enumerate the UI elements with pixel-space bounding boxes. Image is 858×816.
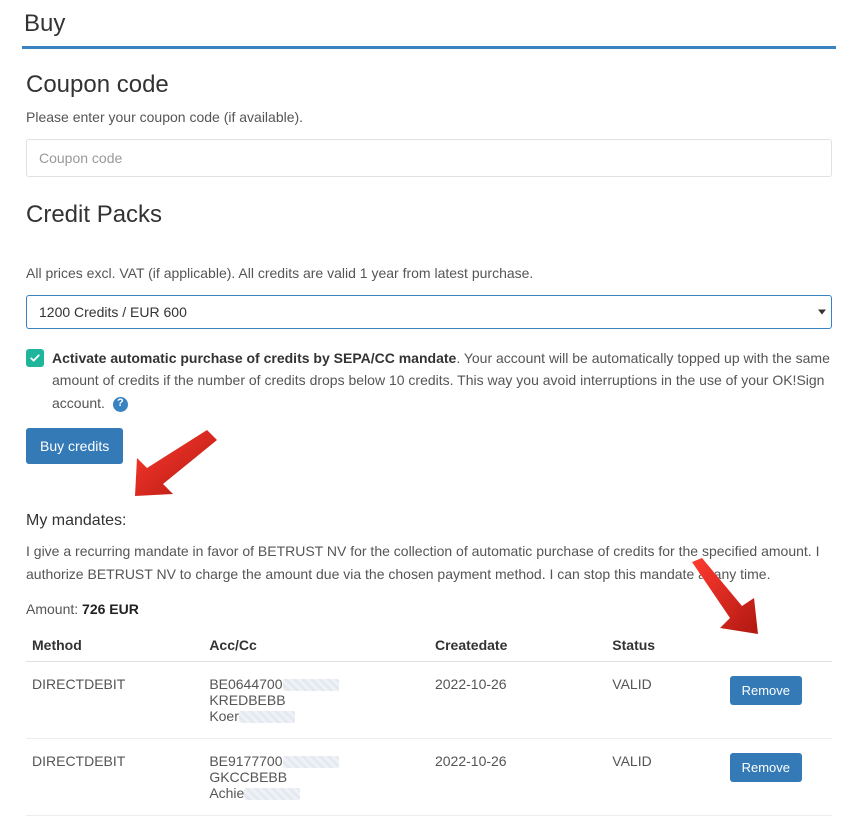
cell-date: 2022-10-26: [429, 661, 606, 738]
cell-status: VALID: [606, 661, 719, 738]
col-action: [719, 629, 832, 662]
auto-purchase-text: Activate automatic purchase of credits b…: [52, 347, 832, 414]
col-status: Status: [606, 629, 719, 662]
redacted: [283, 756, 339, 768]
amount-value: 726 EUR: [82, 601, 139, 617]
title-divider: [22, 46, 836, 49]
col-date: Createdate: [429, 629, 606, 662]
acc-line2: GKCCBEBB: [209, 769, 287, 785]
acc-line2: KREDBEBB: [209, 692, 285, 708]
acc-line3: Koer: [209, 708, 239, 724]
credit-packs-note: All prices excl. VAT (if applicable). Al…: [26, 265, 832, 281]
table-header-row: Method Acc/Cc Createdate Status: [26, 629, 832, 662]
remove-button[interactable]: Remove: [730, 676, 802, 705]
table-row: DIRECTDEBIT BE0644700 KREDBEBB Koer 2022…: [26, 661, 832, 738]
buy-credits-button[interactable]: Buy credits: [26, 428, 123, 464]
coupon-input[interactable]: [26, 139, 832, 177]
help-icon[interactable]: ?: [113, 397, 128, 412]
acc-line3: Achie: [209, 785, 244, 801]
credit-packs-heading: Credit Packs: [26, 201, 832, 229]
mandates-table: Method Acc/Cc Createdate Status DIRECTDE…: [26, 629, 832, 816]
amount-label: Amount:: [26, 601, 82, 617]
mandates-heading: My mandates:: [26, 512, 832, 530]
cell-method: DIRECTDEBIT: [26, 661, 203, 738]
auto-purchase-checkbox[interactable]: [26, 349, 44, 367]
acc-line1: BE0644700: [209, 676, 282, 692]
credit-pack-select[interactable]: 1200 Credits / EUR 600: [26, 295, 832, 329]
coupon-heading: Coupon code: [26, 71, 832, 99]
col-method: Method: [26, 629, 203, 662]
coupon-hint: Please enter your coupon code (if availa…: [26, 109, 832, 125]
cell-acc: BE9177700 GKCCBEBB Achie: [203, 738, 429, 815]
redacted: [244, 788, 300, 800]
redacted: [283, 679, 339, 691]
acc-line1: BE9177700: [209, 753, 282, 769]
col-acc: Acc/Cc: [203, 629, 429, 662]
mandates-text: I give a recurring mandate in favor of B…: [26, 540, 832, 585]
redacted: [239, 711, 295, 723]
cell-status: VALID: [606, 738, 719, 815]
cell-date: 2022-10-26: [429, 738, 606, 815]
table-row: DIRECTDEBIT BE9177700 GKCCBEBB Achie 202…: [26, 738, 832, 815]
page-title: Buy: [24, 10, 854, 38]
check-icon: [29, 352, 41, 364]
remove-button[interactable]: Remove: [730, 753, 802, 782]
auto-purchase-bold: Activate automatic purchase of credits b…: [52, 350, 456, 366]
cell-acc: BE0644700 KREDBEBB Koer: [203, 661, 429, 738]
cell-method: DIRECTDEBIT: [26, 738, 203, 815]
mandates-amount: Amount: 726 EUR: [26, 601, 832, 617]
